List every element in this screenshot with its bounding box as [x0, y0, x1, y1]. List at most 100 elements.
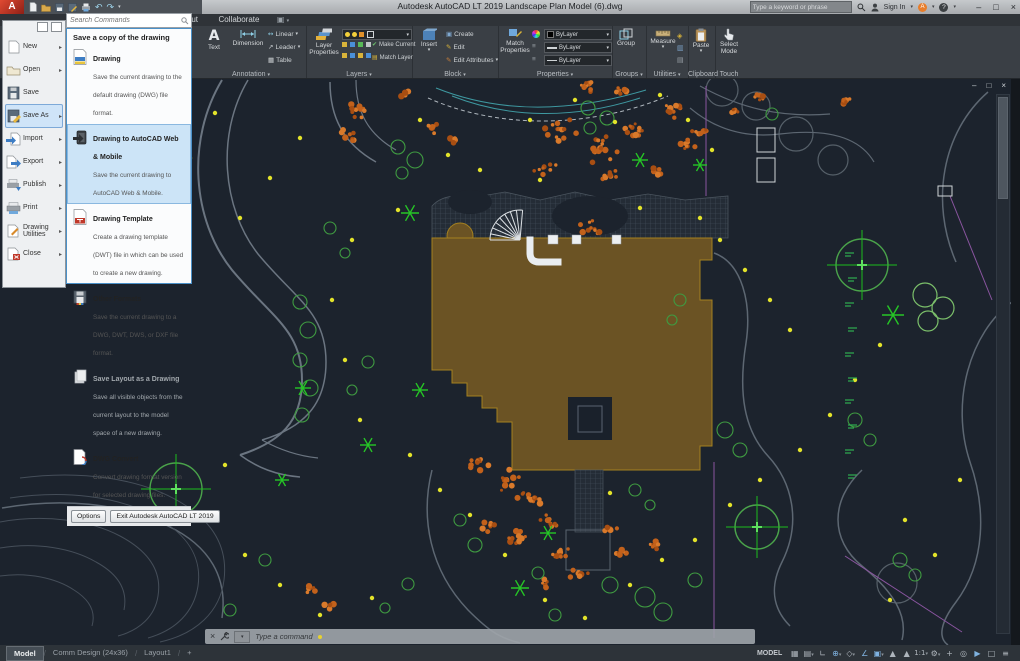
- menu-item-import[interactable]: Import ▸: [5, 127, 63, 151]
- command-search-input[interactable]: [67, 17, 181, 24]
- annotation-visibility-icon[interactable]: ▲: [886, 647, 899, 660]
- menu-item-print[interactable]: Print ▸: [5, 196, 63, 220]
- recent-documents-icon[interactable]: [37, 22, 48, 32]
- graphics-performance-icon[interactable]: ▶: [971, 647, 984, 660]
- panel-label-annotation[interactable]: Annotation ▾: [196, 71, 306, 78]
- group-button[interactable]: Group: [615, 28, 637, 47]
- model-space-label[interactable]: MODEL: [757, 650, 782, 657]
- maximize-button[interactable]: □: [993, 0, 998, 14]
- lineweight-combo[interactable]: ByLayer ▾: [544, 42, 612, 53]
- panel-label-properties[interactable]: Properties ▾: [498, 71, 612, 78]
- help-caret-icon[interactable]: ▾: [953, 4, 956, 10]
- new-layout-button[interactable]: +: [180, 645, 198, 661]
- linetype-list-icon[interactable]: ≡: [532, 56, 536, 63]
- qat-undo-icon[interactable]: ↶: [95, 2, 103, 12]
- menu-item-open[interactable]: Open ▸: [5, 58, 63, 82]
- measure-button[interactable]: Measure ▾: [650, 28, 676, 51]
- layer-select-combo[interactable]: ▾: [342, 29, 412, 40]
- doc-restore-button[interactable]: □: [986, 81, 991, 90]
- color-wheel-icon[interactable]: [532, 30, 540, 38]
- vertical-scrollbar[interactable]: [996, 94, 1010, 634]
- tab-model[interactable]: Model: [6, 646, 44, 661]
- paste-button[interactable]: Paste ▾: [690, 28, 712, 55]
- panel-label-groups[interactable]: Groups ▾: [612, 71, 646, 78]
- qat-save-as-icon[interactable]: [68, 3, 77, 12]
- menu-item-save[interactable]: Save: [5, 81, 63, 105]
- menu-item-publish[interactable]: Publish ▸: [5, 173, 63, 197]
- tab-collaborate[interactable]: Collaborate: [210, 14, 268, 26]
- command-line[interactable]: × ▾ Type a command: [205, 629, 755, 644]
- snap-mode-icon[interactable]: ▤▾: [802, 647, 815, 660]
- customization-icon[interactable]: +: [943, 647, 956, 660]
- sign-in-label[interactable]: Sign In: [884, 4, 906, 11]
- customize-icon[interactable]: ≡: [999, 647, 1012, 660]
- layer-properties-button[interactable]: Layer Properties: [308, 28, 340, 57]
- annotation-autoscale-icon[interactable]: ▲: [900, 647, 913, 660]
- dimension-button[interactable]: Dimension: [230, 28, 266, 47]
- qat-new-icon[interactable]: [29, 2, 37, 12]
- linetype-combo[interactable]: ByLayer ▾: [544, 55, 612, 66]
- open-documents-icon[interactable]: [51, 22, 62, 32]
- qat-save-icon[interactable]: [55, 3, 64, 12]
- panel-label-block[interactable]: Block ▾: [412, 71, 498, 78]
- panel-label-layers[interactable]: Layers ▾: [306, 71, 412, 78]
- workspace-switching-icon[interactable]: ⚙▾: [929, 647, 942, 660]
- object-snap-icon[interactable]: ▣▾: [872, 647, 885, 660]
- qat-open-icon[interactable]: [41, 3, 51, 12]
- table-button[interactable]: ▦ Table: [268, 56, 292, 64]
- qat-customize-caret-icon[interactable]: ▾: [118, 2, 121, 12]
- object-snap-tracking-icon[interactable]: ∠: [858, 647, 871, 660]
- minimize-button[interactable]: –: [976, 0, 981, 14]
- annotation-scale-button[interactable]: 1:1▾: [914, 647, 928, 660]
- select-mode-button[interactable]: Select Mode: [717, 28, 741, 56]
- close-button[interactable]: ×: [1011, 0, 1016, 14]
- quick-calc-icon[interactable]: ▤: [677, 56, 684, 64]
- grid-icon[interactable]: ▦: [788, 647, 801, 660]
- flyout-item-web-mobile[interactable]: Drawing to AutoCAD Web & Mobile Save the…: [67, 124, 191, 204]
- lineweight-list-icon[interactable]: ≡: [532, 43, 536, 50]
- menu-item-drawing-utilities[interactable]: Drawing Utilities ▸: [5, 219, 63, 243]
- qat-redo-icon[interactable]: ↷: [107, 2, 115, 12]
- doc-close-button[interactable]: ×: [1001, 81, 1006, 90]
- create-block-button[interactable]: ▣ Create: [446, 30, 474, 38]
- command-prompt[interactable]: Type a command: [255, 632, 312, 641]
- a360-icon[interactable]: A: [918, 3, 927, 12]
- edit-attributes-button[interactable]: ✎ Edit Attributes ▾: [446, 56, 498, 64]
- search-icon[interactable]: [857, 3, 866, 12]
- polar-tracking-icon[interactable]: ⊕▾: [830, 647, 843, 660]
- id-point-icon[interactable]: ◈: [677, 32, 682, 40]
- flyout-item-other-formats[interactable]: Other Formats Save the current drawing t…: [67, 284, 191, 364]
- match-layer-button[interactable]: ▤ Match Layer: [372, 54, 413, 61]
- qat-plot-icon[interactable]: [81, 3, 91, 12]
- insert-button[interactable]: Insert ▾: [416, 28, 442, 54]
- linear-button[interactable]: ↔ Linear ▾: [268, 30, 298, 38]
- menu-item-new[interactable]: New ▸: [5, 35, 63, 59]
- edit-block-button[interactable]: ✎ Edit: [446, 43, 465, 51]
- help-icon[interactable]: ?: [939, 3, 948, 12]
- object-color-combo[interactable]: ByLayer ▾: [544, 29, 612, 40]
- command-customize-icon[interactable]: [220, 632, 229, 641]
- ribbon-extra-icon[interactable]: ▣ ▾: [272, 14, 294, 26]
- tab-layout1[interactable]: Layout1: [137, 645, 178, 661]
- command-close-icon[interactable]: ×: [210, 629, 215, 644]
- panel-label-touch[interactable]: Touch: [715, 71, 743, 78]
- sign-in-caret-icon[interactable]: ▾: [910, 4, 913, 10]
- ortho-icon[interactable]: ∟: [816, 647, 829, 660]
- flyout-item-dwg-convert[interactable]: DWG Convert Convert drawing format versi…: [67, 444, 191, 506]
- menu-item-close[interactable]: Close ▸: [5, 242, 63, 266]
- quick-select-icon[interactable]: ▥: [677, 44, 684, 52]
- flyout-item-template[interactable]: Drawing Template Create a drawing templa…: [67, 204, 191, 284]
- scrollbar-thumb[interactable]: [998, 97, 1008, 199]
- flyout-item-drawing[interactable]: Drawing Save the current drawing to the …: [67, 44, 191, 124]
- doc-minimize-button[interactable]: –: [972, 81, 976, 90]
- clean-screen-icon[interactable]: □: [985, 647, 998, 660]
- exit-button[interactable]: Exit Autodesk AutoCAD LT 2019: [110, 510, 219, 523]
- panel-label-utilities[interactable]: Utilities ▾: [646, 71, 688, 78]
- a360-caret-icon[interactable]: ▾: [932, 4, 935, 10]
- isometric-drafting-icon[interactable]: ◇▾: [844, 647, 857, 660]
- tab-comm-design[interactable]: Comm Design (24x36): [46, 645, 135, 661]
- menu-item-export[interactable]: Export ▸: [5, 150, 63, 174]
- infocenter-search-input[interactable]: [750, 1, 852, 13]
- menu-item-save-as[interactable]: Save As ▸: [5, 104, 63, 128]
- panel-label-clipboard[interactable]: Clipboard: [688, 71, 715, 78]
